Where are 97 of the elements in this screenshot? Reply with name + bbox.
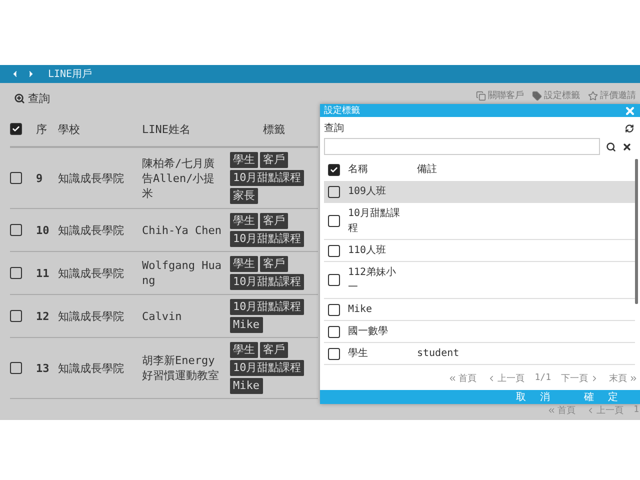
column-header: 序 bbox=[36, 122, 47, 136]
tag-row[interactable]: 110人班 bbox=[324, 240, 635, 262]
tag-label: 客戶 bbox=[260, 213, 288, 229]
row-number: 10 bbox=[36, 222, 50, 238]
row-checkbox[interactable] bbox=[328, 215, 340, 227]
tag-label: 10月甜點課程 bbox=[230, 231, 304, 247]
toolbar-link[interactable]: 評價邀請 bbox=[588, 89, 636, 102]
school-cell: 知識成長學院 bbox=[58, 360, 124, 376]
check-icon bbox=[330, 166, 338, 174]
row-number: 13 bbox=[36, 360, 50, 376]
tag-label: 家長 bbox=[230, 188, 258, 204]
next-page-link[interactable]: 下一頁 bbox=[561, 372, 599, 385]
row-checkbox[interactable] bbox=[328, 304, 340, 316]
tag-name: 110人班 bbox=[348, 244, 388, 258]
row-checkbox[interactable] bbox=[328, 348, 340, 360]
select-all-checkbox[interactable] bbox=[328, 164, 340, 176]
confirm-button[interactable]: 確定 bbox=[584, 390, 632, 404]
tag-label: 學生 bbox=[230, 152, 258, 168]
clear-icon[interactable] bbox=[622, 142, 632, 152]
column-header: LINE姓名 bbox=[142, 122, 190, 136]
row-checkbox[interactable] bbox=[10, 362, 22, 374]
copy-icon bbox=[476, 90, 486, 100]
tag-label: 客戶 bbox=[260, 342, 288, 358]
row-checkbox[interactable] bbox=[10, 224, 22, 236]
name-cell: Wolfgang Huang bbox=[142, 258, 222, 288]
tag-label: Mike bbox=[230, 378, 262, 394]
tag-name: 109人班 bbox=[348, 184, 388, 199]
toolbar-link[interactable]: 關聯客戶 bbox=[476, 89, 524, 102]
name-cell-text: 胡李新Energy好習慣運動教室 bbox=[142, 353, 220, 383]
refresh-icon[interactable] bbox=[625, 124, 634, 133]
row-checkbox[interactable] bbox=[328, 186, 340, 198]
double-chevron-icon bbox=[448, 374, 457, 383]
double-chevron-icon bbox=[629, 374, 638, 383]
double-chevron-icon bbox=[546, 406, 556, 415]
tag-name: 學生 bbox=[348, 346, 369, 361]
first-page-link[interactable]: 首頁 bbox=[546, 404, 576, 417]
cancel-button[interactable]: 取消 bbox=[516, 390, 564, 404]
tag-name: Mike bbox=[348, 303, 374, 317]
row-checkbox[interactable] bbox=[10, 172, 22, 184]
tag-label: 客戶 bbox=[260, 256, 288, 272]
page-indicator: 1 bbox=[634, 404, 639, 417]
tag-label: 客戶 bbox=[260, 152, 288, 168]
tag-label: 學生 bbox=[230, 256, 258, 272]
school-cell: 知識成長學院 bbox=[58, 266, 124, 280]
search-icon[interactable] bbox=[606, 142, 616, 152]
row-number: 9 bbox=[36, 170, 43, 186]
star-icon bbox=[588, 90, 598, 100]
search-field[interactable] bbox=[324, 138, 600, 155]
column-header: 標籤 bbox=[263, 122, 285, 136]
tag-name: 國一數學 bbox=[348, 325, 389, 339]
close-icon[interactable] bbox=[624, 104, 636, 116]
page-indicator: 1/1 bbox=[534, 372, 551, 385]
page-title: LINE用戶 bbox=[48, 68, 92, 81]
tag-label: 10月甜點課程 bbox=[230, 170, 304, 186]
school-cell: 知識成長學院 bbox=[58, 222, 124, 238]
tag-note: student bbox=[417, 347, 460, 361]
toolbar-link[interactable]: 設定標籤 bbox=[532, 89, 580, 102]
tag-label: 學生 bbox=[230, 213, 258, 229]
tag-name: 112弟妹小一 bbox=[348, 266, 398, 295]
tag-label: 10月甜點課程 bbox=[230, 299, 304, 315]
prev-page-link[interactable]: 上一頁 bbox=[486, 372, 525, 385]
tag-row[interactable]: 10月甜點課程 bbox=[324, 203, 635, 240]
row-checkbox[interactable] bbox=[328, 274, 340, 286]
tag-label: 學生 bbox=[230, 342, 258, 358]
row-number: 11 bbox=[36, 266, 50, 280]
name-cell: Chih-Ya Chen bbox=[142, 222, 222, 238]
chevron-icon bbox=[590, 374, 599, 383]
select-all-checkbox[interactable] bbox=[10, 123, 22, 135]
tag-label: 10月甜點課程 bbox=[230, 274, 304, 290]
row-checkbox[interactable] bbox=[10, 310, 22, 322]
name-cell-text: 陳柏希/七月廣告Allen/小提米 bbox=[142, 156, 216, 200]
tag-row[interactable]: 學生 student bbox=[324, 343, 635, 365]
school-cell: 知識成長學院 bbox=[58, 308, 124, 324]
row-checkbox[interactable] bbox=[10, 267, 22, 279]
column-header: 備註 bbox=[417, 162, 438, 177]
tag-row[interactable]: 國一數學 bbox=[324, 321, 635, 343]
search-button[interactable]: 查詢 bbox=[14, 91, 50, 106]
last-page-link[interactable]: 末頁 bbox=[609, 372, 638, 385]
name-cell: Calvin bbox=[142, 308, 182, 324]
tag-name: 10月甜點課程 bbox=[348, 206, 402, 236]
row-number: 12 bbox=[36, 308, 50, 324]
row-checkbox[interactable] bbox=[328, 244, 340, 256]
column-header: 學校 bbox=[58, 122, 80, 136]
column-header: 名稱 bbox=[348, 163, 369, 177]
school-cell: 知識成長學院 bbox=[58, 170, 124, 186]
search-label: 查詢 bbox=[324, 122, 344, 136]
tag-row[interactable]: 112弟妹小一 bbox=[324, 262, 635, 299]
row-checkbox[interactable] bbox=[328, 326, 340, 338]
first-page-link[interactable]: 首頁 bbox=[448, 372, 477, 385]
check-icon bbox=[12, 125, 20, 133]
dialog-title: 設定標籤 bbox=[324, 104, 360, 117]
tag-label: 10月甜點課程 bbox=[230, 360, 304, 376]
tag-row[interactable]: 109人班 bbox=[324, 181, 635, 203]
zoom-icon bbox=[14, 93, 25, 104]
tag-icon bbox=[532, 90, 542, 100]
tag-row[interactable]: Mike bbox=[324, 299, 635, 321]
tag-label: Mike bbox=[230, 317, 262, 333]
